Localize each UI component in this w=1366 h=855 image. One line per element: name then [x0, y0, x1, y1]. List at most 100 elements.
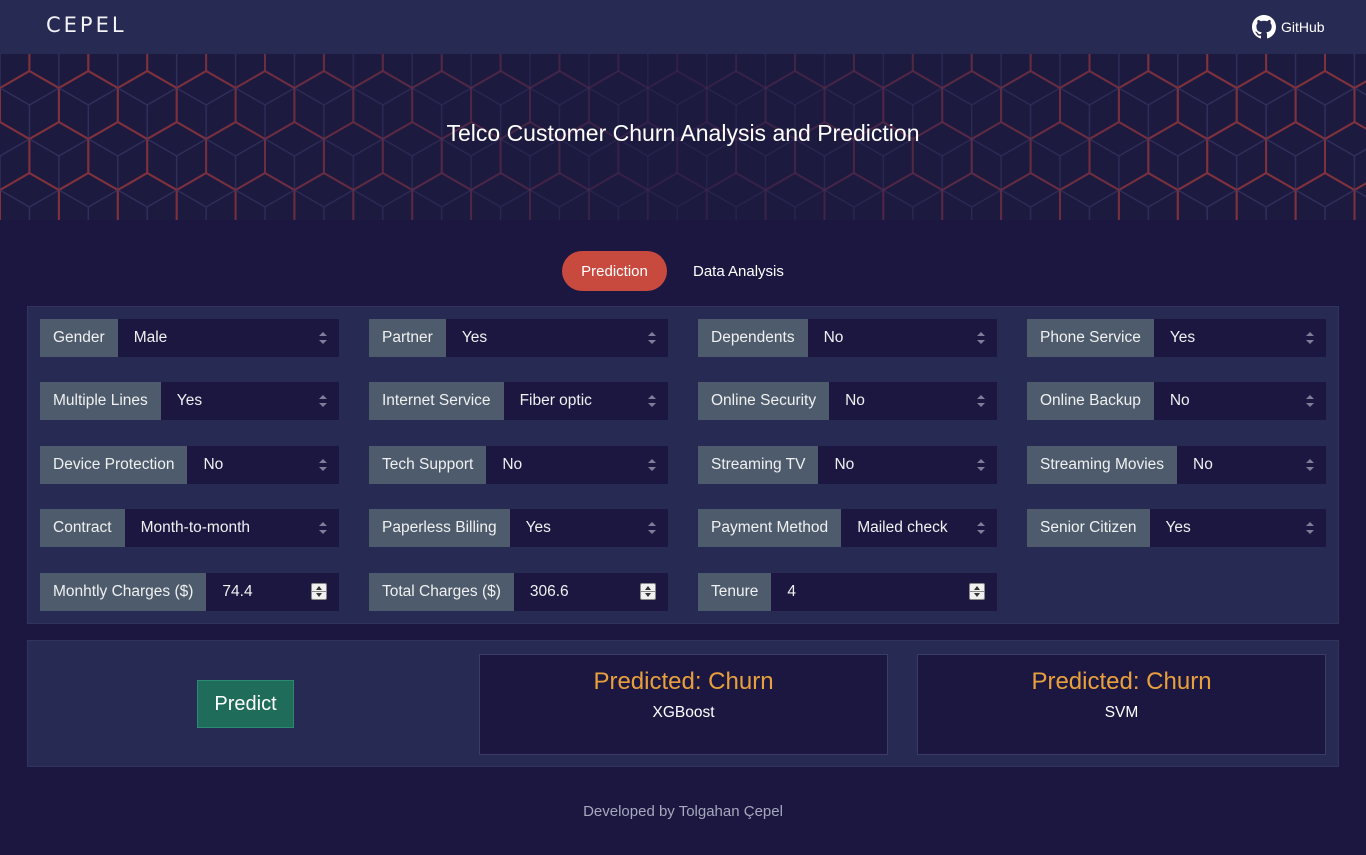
tab-bar: Prediction Data Analysis [562, 251, 800, 291]
device-protection-select[interactable]: No [187, 446, 339, 484]
field-value: Yes [1169, 329, 1196, 346]
field-value: 74.4 [222, 583, 253, 600]
field-tenure: Tenure 4 [698, 573, 997, 611]
field-total-charges: Total Charges ($) 306.6 [369, 573, 668, 611]
github-label: GitHub [1281, 19, 1325, 35]
field-gender: Gender Male [40, 319, 339, 357]
prediction-form: Gender Male Partner Yes Dependents No Phone Se… [27, 306, 1339, 624]
select-arrows-icon [319, 332, 327, 344]
field-label: Device Protection [40, 446, 188, 484]
field-label: Tech Support [369, 446, 487, 484]
footer-credit: Developed by Tolgahan Çepel [583, 803, 783, 820]
field-tech-support: Tech Support No [369, 446, 668, 484]
field-contract: Contract Month-to-month [40, 509, 339, 547]
phone-service-select[interactable]: Yes [1153, 319, 1326, 357]
multiple-lines-select[interactable]: Yes [160, 382, 339, 420]
field-label: Contract [40, 509, 125, 547]
field-paperless-billing: Paperless Billing Yes [369, 509, 668, 547]
result-model-name: XGBoost [652, 704, 715, 721]
field-value: Yes [525, 519, 551, 536]
number-stepper-icon[interactable] [969, 583, 985, 600]
field-value: Yes [176, 392, 203, 409]
github-link[interactable]: GitHub [1252, 15, 1325, 39]
field-label: Online Backup [1027, 382, 1154, 420]
select-arrows-icon [319, 459, 327, 471]
number-stepper-icon[interactable] [640, 583, 656, 600]
field-value: Mailed check [857, 519, 948, 536]
result-card-xgboost: Predicted: Churn XGBoost [479, 654, 888, 755]
online-security-select[interactable]: No [829, 382, 997, 420]
field-label: Dependents [698, 319, 808, 357]
number-stepper-icon[interactable] [311, 583, 327, 600]
field-internet-service: Internet Service Fiber optic [369, 382, 668, 420]
internet-service-select[interactable]: Fiber optic [503, 382, 668, 420]
prediction-results-panel: Predict Predicted: Churn XGBoost Predict… [27, 640, 1339, 767]
field-value: Yes [461, 329, 488, 346]
field-value: No [823, 329, 844, 346]
field-value: Male [133, 329, 168, 346]
field-payment-method: Payment Method Mailed check [698, 509, 997, 547]
field-label: Online Security [698, 382, 830, 420]
result-prediction: Predicted: Churn [1031, 668, 1212, 695]
field-value: 4 [787, 583, 797, 600]
field-value: No [1193, 456, 1213, 473]
senior-citizen-select[interactable]: Yes [1149, 509, 1326, 547]
field-dependents: Dependents No [698, 319, 997, 357]
select-arrows-icon [648, 395, 656, 407]
field-label: Multiple Lines [40, 382, 161, 420]
paperless-billing-select[interactable]: Yes [509, 509, 668, 547]
field-label: Payment Method [698, 509, 842, 547]
field-online-backup: Online Backup No [1027, 382, 1326, 420]
github-icon [1252, 15, 1276, 39]
field-label: Total Charges ($) [369, 573, 514, 611]
streaming-movies-select[interactable]: No [1177, 446, 1326, 484]
field-partner: Partner Yes [369, 319, 668, 357]
field-value: 306.6 [529, 583, 569, 600]
gender-select[interactable]: Male [117, 319, 339, 357]
predict-button[interactable]: Predict [197, 680, 294, 728]
field-value: No [502, 456, 523, 473]
field-value: No [203, 456, 224, 473]
select-arrows-icon [319, 522, 327, 534]
field-value: Fiber optic [519, 392, 592, 409]
result-card-svm: Predicted: Churn SVM [917, 654, 1326, 755]
field-label: Partner [369, 319, 446, 357]
tech-support-select[interactable]: No [486, 446, 668, 484]
dependents-select[interactable]: No [807, 319, 997, 357]
field-label: Tenure [698, 573, 772, 611]
monhtly-charges-input[interactable]: 74.4 [206, 573, 339, 611]
select-arrows-icon [977, 459, 985, 471]
field-value: Yes [1165, 519, 1191, 536]
select-arrows-icon [1306, 395, 1314, 407]
tab-data-analysis[interactable]: Data Analysis [677, 251, 800, 291]
field-label: Streaming TV [698, 446, 819, 484]
field-label: Streaming Movies [1027, 446, 1178, 484]
partner-select[interactable]: Yes [445, 319, 668, 357]
select-arrows-icon [977, 522, 985, 534]
payment-method-select[interactable]: Mailed check [841, 509, 997, 547]
select-arrows-icon [648, 522, 656, 534]
brand-logo[interactable]: CEPEL [46, 13, 127, 37]
hero-banner: Telco Customer Churn Analysis and Predic… [0, 54, 1366, 220]
field-streaming-movies: Streaming Movies No [1027, 446, 1326, 484]
result-prediction: Predicted: Churn [593, 668, 774, 695]
field-online-security: Online Security No [698, 382, 997, 420]
field-value: No [1169, 392, 1190, 409]
field-multiple-lines: Multiple Lines Yes [40, 382, 339, 420]
total-charges-input[interactable]: 306.6 [513, 573, 668, 611]
tenure-input[interactable]: 4 [771, 573, 997, 611]
field-label: Gender [40, 319, 118, 357]
streaming-tv-select[interactable]: No [818, 446, 997, 484]
result-model-name: SVM [1104, 704, 1139, 721]
select-arrows-icon [1306, 332, 1314, 344]
contract-select[interactable]: Month-to-month [124, 509, 339, 547]
online-backup-select[interactable]: No [1153, 382, 1326, 420]
tab-prediction[interactable]: Prediction [562, 251, 667, 291]
field-label: Senior Citizen [1027, 509, 1150, 547]
select-arrows-icon [977, 332, 985, 344]
navbar: CEPEL GitHub [0, 0, 1366, 54]
select-arrows-icon [319, 395, 327, 407]
field-label: Phone Service [1027, 319, 1154, 357]
select-arrows-icon [1306, 459, 1314, 471]
field-label: Paperless Billing [369, 509, 510, 547]
